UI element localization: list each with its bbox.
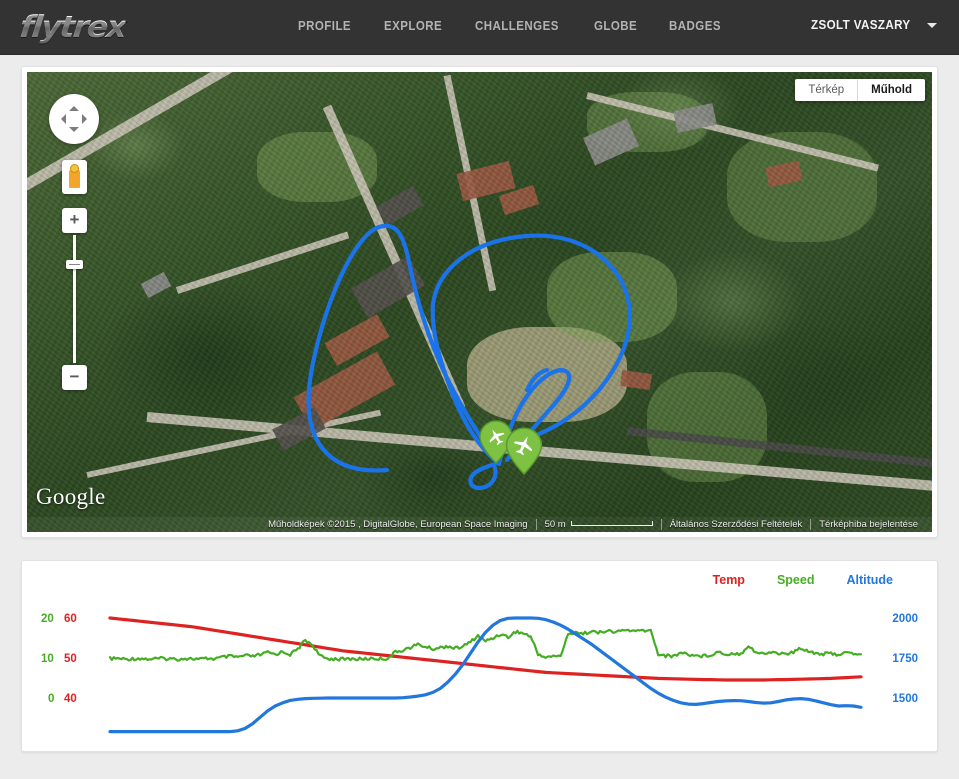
nav-item-explore[interactable]: EXPLORE: [384, 19, 442, 33]
map-panel: + − Térkép Műhold Google Műholdképek ©20…: [21, 66, 938, 538]
street-view-pegman-icon[interactable]: [62, 160, 87, 194]
map-attribution-bar: Műholdképek ©2015 , DigitalGlobe, Europe…: [27, 517, 932, 532]
nav-item-challenges[interactable]: CHALLENGES: [475, 19, 559, 33]
map-scale-label: 50 m: [544, 519, 566, 530]
zoom-out-button[interactable]: −: [62, 365, 87, 390]
zoom-in-button[interactable]: +: [62, 208, 87, 233]
zoom-slider-thumb[interactable]: [66, 260, 83, 269]
map-type-muhold[interactable]: Műhold: [858, 79, 925, 101]
zoom-slider-rail[interactable]: [73, 235, 76, 363]
report-map-error-link[interactable]: Térképhiba bejelentése: [811, 519, 926, 530]
google-logo: Google: [36, 484, 106, 509]
series-line-altitude: [108, 616, 863, 734]
map-type-terkep[interactable]: Térkép: [795, 79, 859, 101]
series-line-temp: [108, 616, 863, 682]
chevron-down-icon: [927, 22, 937, 28]
imagery-attribution: Műholdképek ©2015 , DigitalGlobe, Europe…: [268, 519, 528, 530]
pegman-head: [70, 164, 79, 173]
map-pan-control[interactable]: [49, 94, 99, 144]
site-logo[interactable]: flytrex: [18, 10, 127, 45]
map-viewport[interactable]: + − Térkép Műhold Google Műholdképek ©20…: [27, 72, 932, 532]
map-scale-rule: [570, 521, 653, 526]
pan-up-icon[interactable]: [69, 101, 79, 111]
top-navigation-bar: flytrex PROFILE EXPLORE CHALLENGES GLOBE…: [0, 0, 959, 55]
map-type-toggle[interactable]: Térkép Műhold: [795, 79, 925, 101]
nav-item-badges[interactable]: BADGES: [669, 19, 721, 33]
map-zoom-control[interactable]: + −: [62, 208, 87, 390]
terms-link[interactable]: Általános Szerződési Feltételek: [662, 519, 811, 530]
main-navigation: PROFILE EXPLORE CHALLENGES GLOBE BADGES: [298, 19, 725, 33]
airplane-pin-icon: [505, 427, 543, 475]
user-menu[interactable]: ZSOLT VASZARY: [811, 18, 937, 32]
telemetry-plot: [108, 616, 863, 734]
nav-item-profile[interactable]: PROFILE: [298, 19, 351, 33]
nav-item-globe[interactable]: GLOBE: [594, 19, 637, 33]
pan-left-icon[interactable]: [56, 114, 66, 124]
pan-right-icon[interactable]: [82, 114, 92, 124]
telemetry-chart-panel: Temp Speed Altitude 20 10 0 60 50 40 200…: [21, 560, 938, 752]
map-scale-bar: 50 m: [537, 519, 661, 530]
user-menu-label: ZSOLT VASZARY: [810, 18, 911, 32]
pan-down-icon[interactable]: [69, 127, 79, 137]
flight-end-marker[interactable]: [505, 427, 543, 475]
